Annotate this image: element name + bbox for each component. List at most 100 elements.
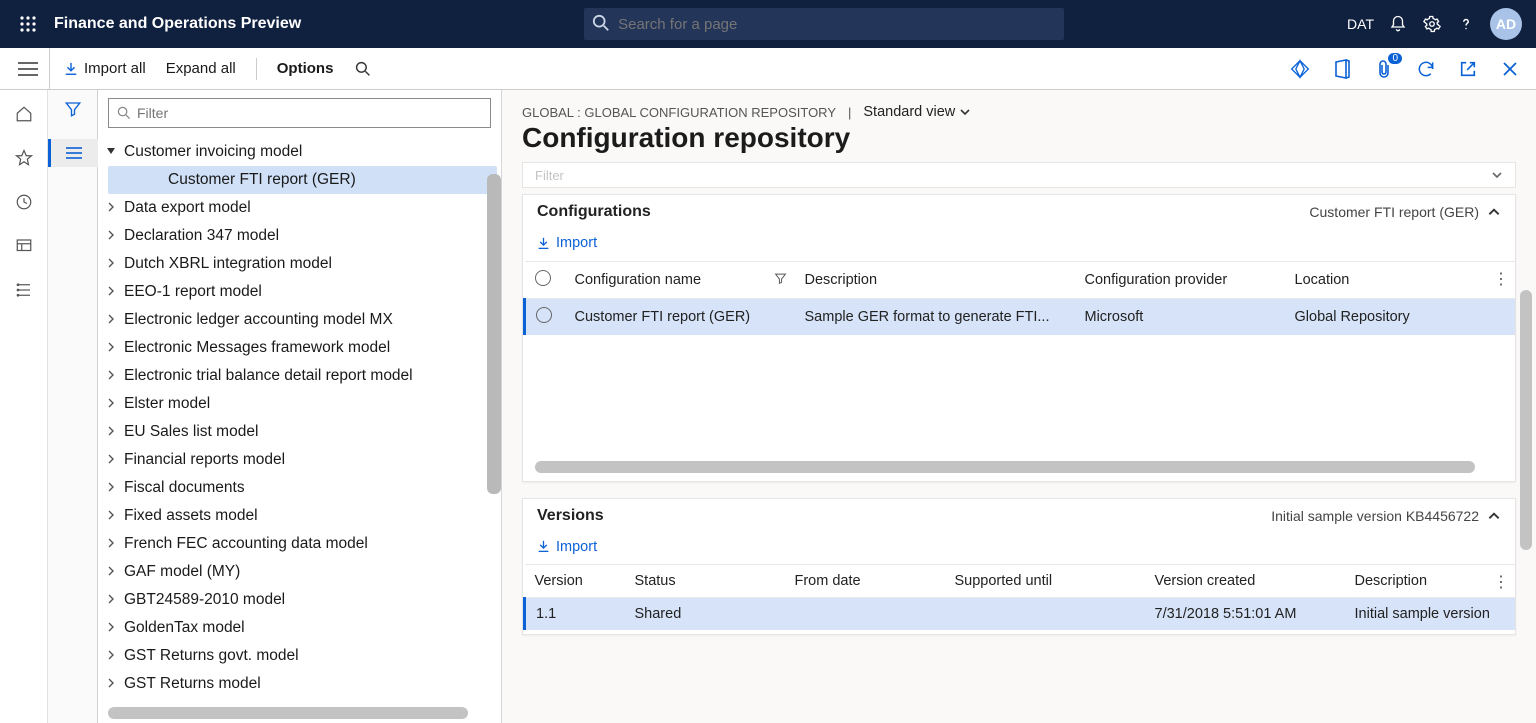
tree-node[interactable]: Customer invoicing model (98, 138, 501, 166)
view-label: Standard view (863, 104, 955, 120)
office-icon[interactable] (1332, 59, 1352, 79)
col-provider[interactable]: Configuration provider (1085, 272, 1228, 288)
tree-node-label: Data export model (124, 199, 251, 217)
configurations-scrollbar-horizontal[interactable] (535, 461, 1475, 473)
main-scrollbar-vertical[interactable] (1520, 290, 1532, 550)
tree-node-label: Elster model (124, 395, 210, 413)
tree-node[interactable]: Fiscal documents (98, 474, 501, 502)
workspace-icon[interactable] (14, 236, 34, 256)
select-all-radio[interactable] (535, 270, 551, 286)
tree-node-label: GST Returns model (124, 675, 261, 693)
global-search-input[interactable] (584, 8, 1064, 40)
expand-all-button[interactable]: Expand all (166, 60, 236, 77)
view-selector[interactable]: Standard view (863, 104, 971, 120)
tree-node[interactable]: French FEC accounting data model (98, 530, 501, 558)
tree-node[interactable]: GoldenTax model (98, 614, 501, 642)
tree-filter-input[interactable] (137, 105, 482, 121)
breadcrumb: GLOBAL : GLOBAL CONFIGURATION REPOSITORY… (502, 90, 1536, 120)
chevron-up-icon[interactable] (1487, 509, 1501, 523)
tree-node[interactable]: Electronic Messages framework model (98, 334, 501, 362)
tree-node-selected[interactable]: Customer FTI report (GER) (108, 166, 497, 194)
popout-icon[interactable] (1458, 59, 1478, 79)
diamond-icon[interactable] (1290, 59, 1310, 79)
related-pane (48, 90, 98, 723)
tree-node[interactable]: EU Sales list model (98, 418, 501, 446)
col-description[interactable]: Description (805, 272, 878, 288)
tree-node[interactable]: Data export model (98, 194, 501, 222)
row-select-radio[interactable] (536, 307, 552, 323)
tree-scrollbar-horizontal[interactable] (108, 707, 468, 719)
column-filter-icon[interactable] (774, 272, 787, 285)
import-all-button[interactable]: Import all (64, 60, 146, 77)
refresh-icon[interactable] (1416, 59, 1436, 79)
close-icon[interactable] (1500, 59, 1520, 79)
recent-icon[interactable] (14, 192, 34, 212)
filter-section-collapsed[interactable]: Filter (522, 162, 1516, 188)
company-code[interactable]: DAT (1347, 16, 1374, 32)
tree-node-label: Declaration 347 model (124, 227, 279, 245)
filter-icon[interactable] (64, 100, 82, 123)
chevron-down-icon (959, 106, 971, 118)
tree-node[interactable]: GST Returns govt. model (98, 642, 501, 670)
breadcrumb-text: GLOBAL : GLOBAL CONFIGURATION REPOSITORY (522, 105, 836, 120)
options-label: Options (277, 60, 334, 77)
notifications-icon[interactable] (1388, 14, 1408, 34)
tree-scrollbar-vertical[interactable] (487, 174, 501, 494)
user-avatar[interactable]: AD (1490, 8, 1522, 40)
tree-node[interactable]: GAF model (MY) (98, 558, 501, 586)
nav-toggle-icon[interactable] (6, 48, 50, 89)
help-icon[interactable] (1456, 14, 1476, 34)
versions-row[interactable]: 1.1 Shared 7/31/2018 5:51:01 AM Initial … (525, 598, 1516, 631)
attachments-icon[interactable]: 0 (1374, 59, 1394, 79)
toolbar-search-icon[interactable] (353, 59, 373, 79)
home-icon[interactable] (14, 104, 34, 124)
tree-node[interactable]: Fixed assets model (98, 502, 501, 530)
nav-rail (0, 90, 48, 723)
versions-import-link[interactable]: Import (537, 539, 597, 555)
config-tree-panel: Customer invoicing modelCustomer FTI rep… (98, 90, 502, 723)
configurations-subtitle: Customer FTI report (GER) (1309, 204, 1479, 220)
attachments-badge: 0 (1388, 53, 1402, 64)
tree-node[interactable]: Dutch XBRL integration model (98, 250, 501, 278)
versions-panel: Versions Initial sample version KB445672… (522, 498, 1516, 636)
modules-icon[interactable] (14, 280, 34, 300)
tree-node[interactable]: Financial reports model (98, 446, 501, 474)
col-created[interactable]: Version created (1155, 573, 1256, 589)
tree-node[interactable]: GST Returns model (98, 670, 501, 698)
tree-node-label: Fiscal documents (124, 479, 245, 497)
configurations-import-label: Import (556, 235, 597, 251)
workarea: Customer invoicing modelCustomer FTI rep… (0, 90, 1536, 723)
col-until[interactable]: Supported until (955, 573, 1053, 589)
cell-version: 1.1 (525, 598, 625, 631)
col-vdesc[interactable]: Description (1355, 573, 1428, 589)
tree-node[interactable]: EEO-1 report model (98, 278, 501, 306)
col-version[interactable]: Version (535, 573, 583, 589)
cell-vdesc: Initial sample version (1345, 598, 1516, 631)
configurations-row[interactable]: Customer FTI report (GER) Sample GER for… (525, 298, 1516, 335)
settings-icon[interactable] (1422, 14, 1442, 34)
configurations-import-link[interactable]: Import (537, 235, 597, 251)
cell-provider: Microsoft (1075, 298, 1285, 335)
tree-node[interactable]: GBT24589-2010 model (98, 586, 501, 614)
lines-tab[interactable] (48, 139, 98, 167)
tree-node[interactable]: Electronic ledger accounting model MX (98, 306, 501, 334)
col-config-name[interactable]: Configuration name (575, 272, 702, 288)
tree-node-label: GoldenTax model (124, 619, 245, 637)
cell-status: Shared (625, 598, 785, 631)
favorite-icon[interactable] (14, 148, 34, 168)
tree-node[interactable]: Declaration 347 model (98, 222, 501, 250)
tree-node[interactable]: Electronic trial balance detail report m… (98, 362, 501, 390)
cell-created: 7/31/2018 5:51:01 AM (1145, 598, 1345, 631)
tree-node-label: EU Sales list model (124, 423, 258, 441)
app-launcher-icon[interactable] (8, 16, 48, 32)
options-button[interactable]: Options (277, 60, 334, 77)
grid-more-icon[interactable]: ⋮ (1493, 572, 1509, 592)
col-status[interactable]: Status (635, 573, 676, 589)
cell-until (945, 598, 1145, 631)
col-from[interactable]: From date (795, 573, 861, 589)
col-location[interactable]: Location (1295, 272, 1350, 288)
grid-more-icon[interactable]: ⋮ (1493, 269, 1509, 289)
tree-filter[interactable] (108, 98, 491, 128)
chevron-up-icon[interactable] (1487, 205, 1501, 219)
tree-node[interactable]: Elster model (98, 390, 501, 418)
